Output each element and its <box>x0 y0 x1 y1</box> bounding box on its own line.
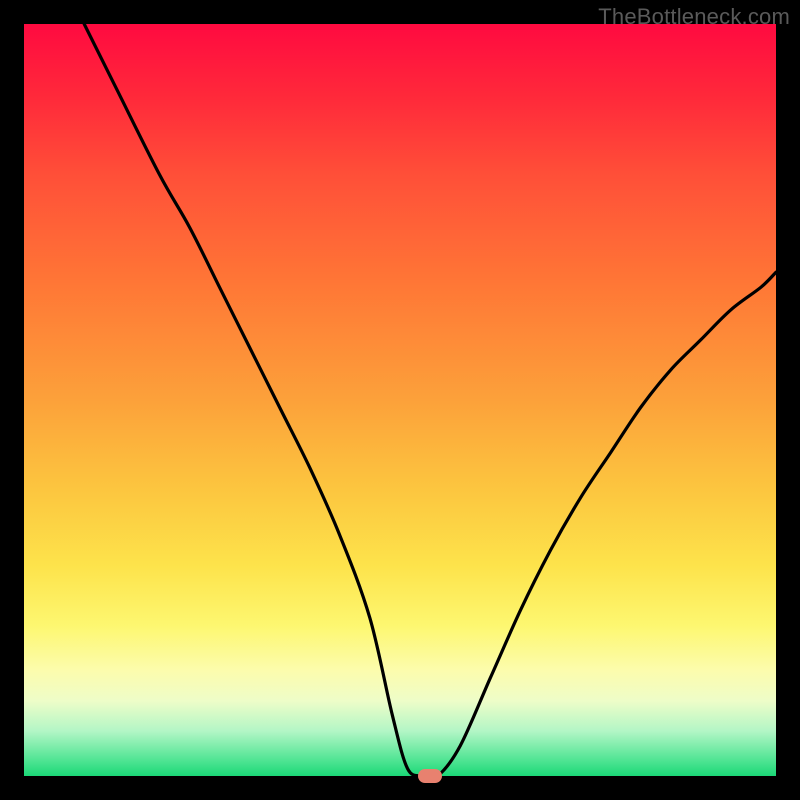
chart-frame: TheBottleneck.com <box>0 0 800 800</box>
watermark-text: TheBottleneck.com <box>598 4 790 30</box>
plot-area <box>24 24 776 776</box>
optimum-marker <box>418 769 442 783</box>
curve-path <box>84 24 776 779</box>
bottleneck-curve <box>24 24 776 776</box>
